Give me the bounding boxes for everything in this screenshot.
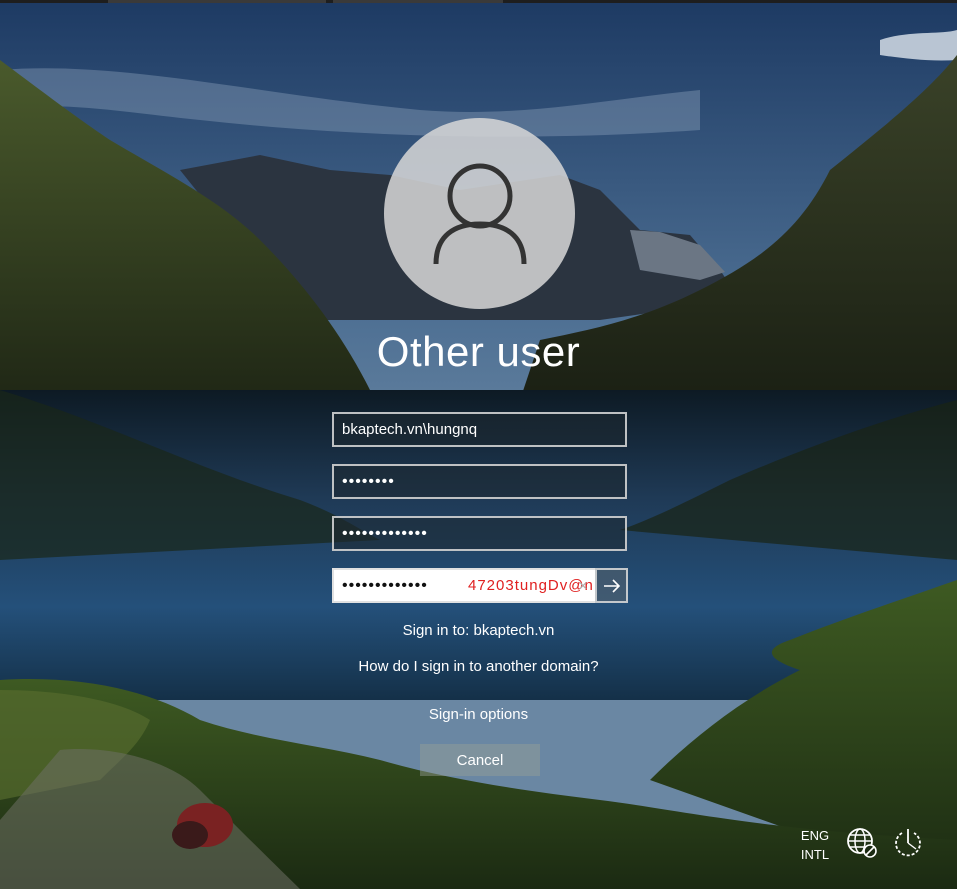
- password-overlay-annotation: 47203tungDv@n: [468, 577, 594, 594]
- new-password-field[interactable]: •••••••••••••: [332, 516, 627, 551]
- confirm-password-field[interactable]: ••••••••••••• 47203tungDv@n ✕: [332, 568, 595, 603]
- language-indicator[interactable]: ENG INTL: [795, 826, 835, 864]
- power-icon: [895, 829, 921, 857]
- sign-in-options-link[interactable]: Sign-in options: [0, 706, 957, 723]
- language-code: ENG: [800, 828, 830, 843]
- globe-network-icon: [847, 828, 877, 858]
- username-field[interactable]: bkaptech.vn\hungnq: [332, 412, 627, 447]
- user-silhouette-icon: [433, 163, 526, 264]
- language-layout: INTL: [800, 847, 830, 862]
- username-value: bkaptech.vn\hungnq: [342, 421, 478, 438]
- another-domain-link[interactable]: How do I sign in to another domain?: [0, 658, 957, 675]
- user-display-name: Other user: [376, 328, 581, 375]
- password-value: ••••••••: [342, 472, 395, 490]
- submit-button[interactable]: [595, 568, 628, 603]
- network-button[interactable]: [845, 826, 879, 860]
- sign-in-domain-label: Sign in to: bkaptech.vn: [402, 622, 555, 639]
- user-avatar: [384, 118, 575, 309]
- arrow-right-icon: [603, 578, 620, 593]
- cancel-button[interactable]: Cancel: [420, 744, 540, 776]
- confirm-password-value: •••••••••••••: [342, 576, 428, 594]
- close-icon[interactable]: ✕: [578, 579, 589, 593]
- new-password-value: •••••••••••••: [342, 524, 428, 542]
- power-button[interactable]: [891, 826, 925, 860]
- password-field[interactable]: ••••••••: [332, 464, 627, 499]
- top-window-bar: [0, 0, 957, 3]
